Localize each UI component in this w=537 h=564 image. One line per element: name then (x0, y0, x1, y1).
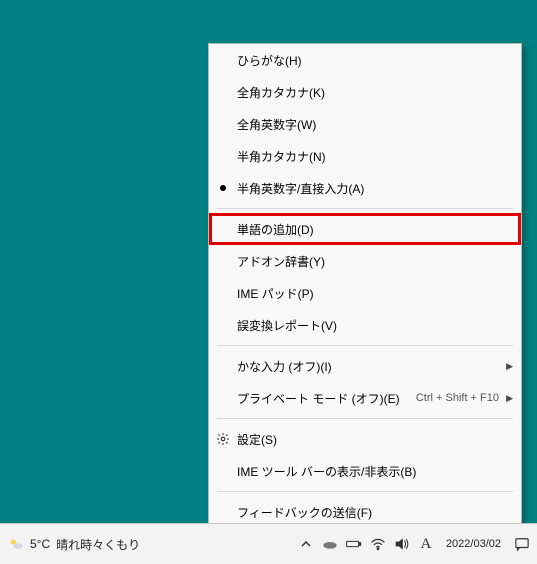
menu-item-label: IME パッド(P) (237, 285, 314, 302)
menu-item-addon-dict[interactable]: アドオン辞書(Y) (209, 245, 521, 277)
taskbar: 5°C 晴れ時々くもり A 2022/03/02 (0, 523, 537, 564)
selected-dot-icon (220, 185, 226, 191)
menu-item-misconversion-report[interactable]: 誤変換レポート(V) (209, 309, 521, 341)
menu-item-label: プライベート モード (オフ)(E) (237, 390, 400, 407)
volume-icon[interactable] (394, 536, 410, 552)
menu-item-label: フィードバックの送信(F) (237, 504, 372, 521)
menu-item-add-word[interactable]: 単語の追加(D) (209, 213, 521, 245)
menu-item-label: 全角カタカナ(K) (237, 84, 325, 101)
weather-temp: 5°C (30, 537, 50, 551)
menu-item-label: かな入力 (オフ)(I) (237, 358, 332, 375)
menu-item-label: アドオン辞書(Y) (237, 253, 325, 270)
menu-item-label: ひらがな(H) (237, 52, 302, 69)
weather-text: 晴れ時々くもり (56, 536, 140, 553)
battery-icon[interactable] (346, 536, 362, 552)
weather-icon (8, 536, 24, 552)
menu-item-indicator (209, 185, 237, 191)
tray-overflow-icon[interactable] (298, 536, 314, 552)
notification-icon[interactable] (513, 535, 531, 553)
menu-item-fullwidth-katakana[interactable]: 全角カタカナ(K) (209, 76, 521, 108)
submenu-arrow-icon: ▶ (503, 361, 513, 372)
menu-separator (217, 345, 513, 346)
menu-item-label: 半角カタカナ(N) (237, 148, 326, 165)
gear-icon (209, 432, 237, 446)
weather-widget[interactable]: 5°C 晴れ時々くもり (0, 536, 148, 553)
ime-context-menu: ひらがな(H) 全角カタカナ(K) 全角英数字(W) 半角カタカナ(N) 半角英… (208, 43, 522, 529)
system-tray: A 2022/03/02 (292, 535, 537, 553)
submenu-arrow-icon: ▶ (503, 393, 513, 404)
menu-item-ime-pad[interactable]: IME パッド(P) (209, 277, 521, 309)
menu-item-halfwidth-katakana[interactable]: 半角カタカナ(N) (209, 140, 521, 172)
menu-item-label: 誤変換レポート(V) (237, 317, 337, 334)
wifi-icon[interactable] (370, 536, 386, 552)
desktop: ひらがな(H) 全角カタカナ(K) 全角英数字(W) 半角カタカナ(N) 半角英… (0, 0, 537, 564)
ime-indicator[interactable]: A (418, 536, 434, 552)
menu-item-kana-input[interactable]: かな入力 (オフ)(I) ▶ (209, 350, 521, 382)
menu-item-ime-toolbar-toggle[interactable]: IME ツール バーの表示/非表示(B) (209, 455, 521, 487)
menu-item-private-mode[interactable]: プライベート モード (オフ)(E) Ctrl + Shift + F10 ▶ (209, 382, 521, 414)
menu-separator (217, 491, 513, 492)
menu-item-halfwidth-alnum-direct[interactable]: 半角英数字/直接入力(A) (209, 172, 521, 204)
menu-item-label: 全角英数字(W) (237, 116, 316, 133)
onedrive-icon[interactable] (322, 536, 338, 552)
menu-item-hiragana[interactable]: ひらがな(H) (209, 44, 521, 76)
menu-separator (217, 418, 513, 419)
menu-item-label: IME ツール バーの表示/非表示(B) (237, 463, 416, 480)
menu-separator (217, 208, 513, 209)
menu-item-settings[interactable]: 設定(S) (209, 423, 521, 455)
menu-item-shortcut: Ctrl + Shift + F10 (416, 392, 503, 404)
menu-item-label: 単語の追加(D) (237, 221, 314, 238)
taskbar-clock[interactable]: 2022/03/02 (442, 538, 505, 550)
menu-item-label: 設定(S) (237, 431, 277, 448)
menu-item-fullwidth-alnum[interactable]: 全角英数字(W) (209, 108, 521, 140)
menu-item-label: 半角英数字/直接入力(A) (237, 180, 364, 197)
clock-date: 2022/03/02 (446, 538, 501, 550)
